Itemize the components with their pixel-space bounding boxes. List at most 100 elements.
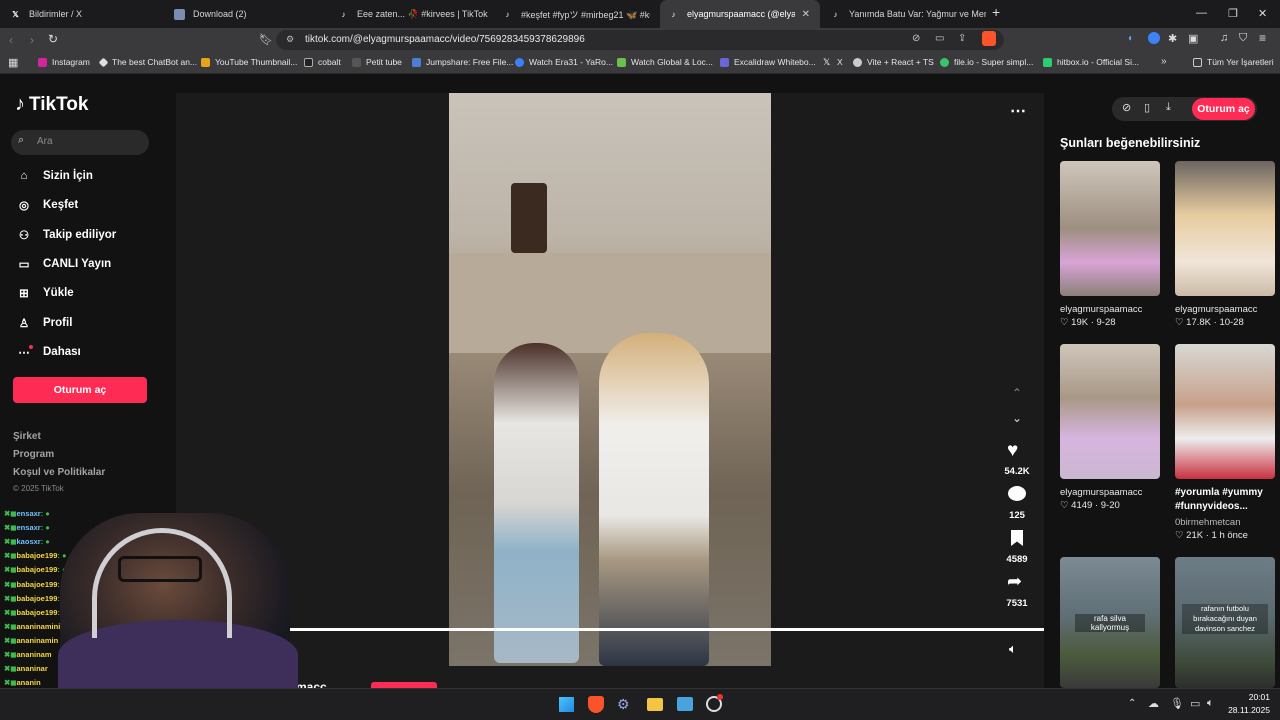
suggested-username[interactable]: elyagmurspaamacc	[1060, 304, 1142, 315]
nav-live[interactable]: ▭ CANLI Yayın	[15, 255, 112, 273]
suggested-thumbnail[interactable]	[1175, 161, 1275, 296]
mic-icon[interactable]: 🎙︎	[1170, 697, 1184, 710]
suggested-thumbnail[interactable]	[1060, 161, 1160, 296]
bookmark-item[interactable]: file.io - Super simpl...	[940, 57, 1033, 67]
brave-browser-icon[interactable]	[588, 696, 604, 713]
video-lamp	[511, 183, 547, 253]
tab-title: elyagmurspaamacc (@elyagm	[687, 9, 795, 19]
tiktok-note-icon: ♪	[15, 93, 25, 115]
tiktok-logo[interactable]: ♪ TikTok	[15, 93, 88, 116]
comment-icon[interactable]	[1008, 486, 1026, 501]
media-icon[interactable]: ♫	[1220, 32, 1228, 44]
suggested-username[interactable]: 0birmehmetcan	[1175, 517, 1240, 528]
jumpshare-icon	[412, 57, 421, 67]
video-progress-bar[interactable]	[268, 628, 1044, 631]
speaker-icon[interactable]: 🔈︎	[1207, 697, 1214, 710]
top-login-button[interactable]: Oturum aç	[1192, 98, 1255, 120]
vpn-shield-icon[interactable]: ⛉	[1239, 32, 1247, 45]
extension-vpn-icon[interactable]	[1148, 32, 1160, 44]
menu-icon[interactable]: ≡	[1259, 31, 1266, 45]
onedrive-icon[interactable]: ☁	[1148, 697, 1159, 710]
close-tab-icon[interactable]: ✕	[802, 9, 810, 20]
bookmark-item[interactable]: Instagram	[38, 57, 90, 67]
footer-terms[interactable]: Koşul ve Politikalar	[13, 467, 105, 478]
volume-icon[interactable]: 🔈︎	[1009, 641, 1017, 657]
bookmark-item[interactable]: hitbox.io - Official Si...	[1043, 57, 1139, 67]
network-icon[interactable]: ▭	[1190, 697, 1200, 710]
apps-grid-icon[interactable]: ▦	[8, 56, 18, 69]
no-translate-icon[interactable]: ⊘	[912, 33, 920, 44]
bookmark-item[interactable]: Watch Global & Loc...	[617, 57, 713, 67]
thumbnail-caption: rafanın futbolu bırakacağını duyan davin…	[1182, 604, 1268, 634]
tab-tiktok-2[interactable]: ♪ #keşfet #fypツ #mirbeg21 🦋 #kurdi	[498, 0, 651, 28]
sidebar-icon[interactable]: ▣	[1188, 32, 1198, 45]
start-menu-icon[interactable]	[559, 697, 574, 712]
suggested-username[interactable]: elyagmurspaamacc	[1175, 304, 1257, 315]
maximize-icon[interactable]: ❐	[1228, 7, 1238, 20]
bookmark-item[interactable]: YouTube Thumbnail...	[201, 57, 297, 67]
file-explorer-icon[interactable]	[647, 698, 663, 711]
footer-program[interactable]: Program	[13, 449, 54, 460]
suggested-thumbnail[interactable]	[1060, 344, 1160, 479]
phone-icon[interactable]: ▯	[1144, 101, 1150, 114]
bookmark-item[interactable]: Watch Era31 - YaRo...	[515, 57, 613, 67]
chat-username: ensaxr	[16, 509, 41, 518]
photos-icon[interactable]	[677, 697, 693, 711]
extension-audio-icon[interactable]: ◐	[1128, 33, 1134, 44]
clock-time[interactable]: 20:01	[1240, 692, 1270, 702]
download-app-icon[interactable]: ⤓	[1166, 101, 1171, 114]
tray-overflow-icon[interactable]: ⌃	[1128, 698, 1136, 709]
nav-profile[interactable]: ♙ Profil	[15, 314, 73, 332]
suggested-thumbnail[interactable]	[1175, 344, 1275, 479]
next-video-icon[interactable]: ⌄	[1012, 411, 1022, 425]
bookmark-item[interactable]: Petit tube	[352, 57, 402, 67]
nav-for-you[interactable]: ⌂ Sizin İçin	[15, 167, 93, 185]
video-player[interactable]	[449, 93, 771, 666]
suggested-username[interactable]: elyagmurspaamacc	[1060, 487, 1142, 498]
tab-tiktok-1[interactable]: ♪ Eee zaten... 🥀 #kirvees | TikTok	[334, 0, 494, 28]
suggested-meta: ♡ 4149 · 9-20	[1060, 500, 1120, 511]
share-arrow-icon[interactable]: ➦	[1007, 571, 1022, 592]
cast-icon[interactable]: ▭	[935, 33, 944, 44]
bookmark-item[interactable]: Jumpshare: Free File...	[412, 57, 513, 67]
bookmark-icon[interactable]: 🔖︎	[259, 33, 273, 46]
search-input[interactable]	[11, 130, 149, 155]
clock-date[interactable]: 28.11.2025	[1224, 705, 1270, 715]
nav-following[interactable]: ⚇ Takip ediliyor	[15, 226, 116, 244]
bookmark-item[interactable]: The best ChatBot an...	[98, 57, 197, 67]
back-icon[interactable]: ‹	[9, 33, 13, 47]
url-text[interactable]: tiktok.com/@elyagmurspaamacc/video/75692…	[305, 34, 585, 45]
search-placeholder: Ara	[37, 136, 53, 147]
tab-tiktok-3[interactable]: ♪ Yanımda Batu Var: Yağmur ve Mert ile	[826, 0, 987, 28]
prev-video-icon[interactable]: ⌃	[1012, 386, 1022, 400]
nav-upload[interactable]: ⊞ Yükle	[15, 284, 74, 302]
nav-more[interactable]: ⋯ Dahası	[15, 343, 80, 361]
minimize-icon[interactable]: —	[1196, 7, 1207, 19]
extensions-icon[interactable]: ✱	[1168, 32, 1177, 45]
more-options-icon[interactable]: ⋯	[1010, 101, 1026, 121]
footer-company[interactable]: Şirket	[13, 431, 41, 442]
tab-tiktok-active[interactable]: ♪ elyagmurspaamacc (@elyagm ✕	[660, 0, 820, 28]
coins-icon[interactable]: ⊘	[1122, 101, 1131, 114]
nav-explore[interactable]: ◎ Keşfet	[15, 196, 78, 214]
login-button[interactable]: Oturum aç	[13, 377, 147, 403]
suggested-title[interactable]: #yorumla #yummy #funnyvideos...	[1175, 486, 1275, 514]
bookmark-item[interactable]: 𝕏X	[823, 57, 843, 67]
tab-download[interactable]: Download (2)	[170, 0, 330, 28]
share-icon[interactable]: ⇪	[958, 33, 966, 44]
tab-x-notifications[interactable]: 𝕏 Bildirimler / X	[6, 0, 166, 28]
new-tab-icon[interactable]: +	[992, 4, 1000, 20]
brave-shield-icon[interactable]	[982, 31, 996, 46]
suggested-meta: ♡ 19K · 9-28	[1060, 317, 1116, 328]
reload-icon[interactable]: ↻	[48, 32, 58, 46]
bookmarks-overflow-icon[interactable]: »	[1161, 56, 1167, 67]
bookmark-item[interactable]: cobalt	[304, 57, 341, 67]
like-icon[interactable]: ♥	[1007, 440, 1018, 462]
close-window-icon[interactable]: ✕	[1258, 7, 1267, 20]
all-bookmarks[interactable]: Tüm Yer İşaretleri	[1193, 57, 1274, 67]
bookmark-item[interactable]: Vite + React + TS	[853, 57, 934, 67]
site-info-icon[interactable]: ⚙	[286, 34, 294, 45]
bookmark-item[interactable]: Excalidraw Whitebo...	[720, 57, 816, 67]
steam-icon[interactable]: ⚙	[617, 696, 630, 713]
forward-icon[interactable]: ›	[30, 33, 34, 47]
